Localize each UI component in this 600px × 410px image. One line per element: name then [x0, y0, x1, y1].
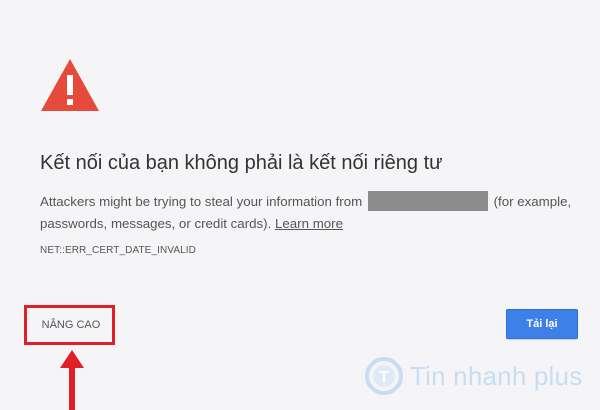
warning-triangle-icon: [41, 59, 99, 111]
watermark-logo-icon: T: [365, 357, 403, 395]
advanced-button[interactable]: NÂNG CAO: [28, 310, 114, 340]
watermark: T Tin nhanh plus: [364, 354, 594, 398]
learn-more-link[interactable]: Learn more: [275, 216, 343, 231]
watermark-logo-letter: T: [379, 369, 389, 386]
error-code: NET::ERR_CERT_DATE_INVALID: [40, 245, 196, 256]
error-description: Attackers might be trying to steal your …: [40, 191, 585, 235]
interstitial-page: Kết nối của bạn không phải là kết nối ri…: [0, 0, 600, 410]
reload-button[interactable]: Tải lại: [506, 309, 578, 339]
description-text-start: Attackers might be trying to steal your …: [40, 194, 366, 209]
page-title: Kết nối của bạn không phải là kết nối ri…: [40, 152, 443, 174]
redacted-domain: [367, 191, 488, 211]
watermark-text: Tin nhanh plus: [410, 360, 583, 391]
arrow-up-icon: [60, 350, 84, 410]
